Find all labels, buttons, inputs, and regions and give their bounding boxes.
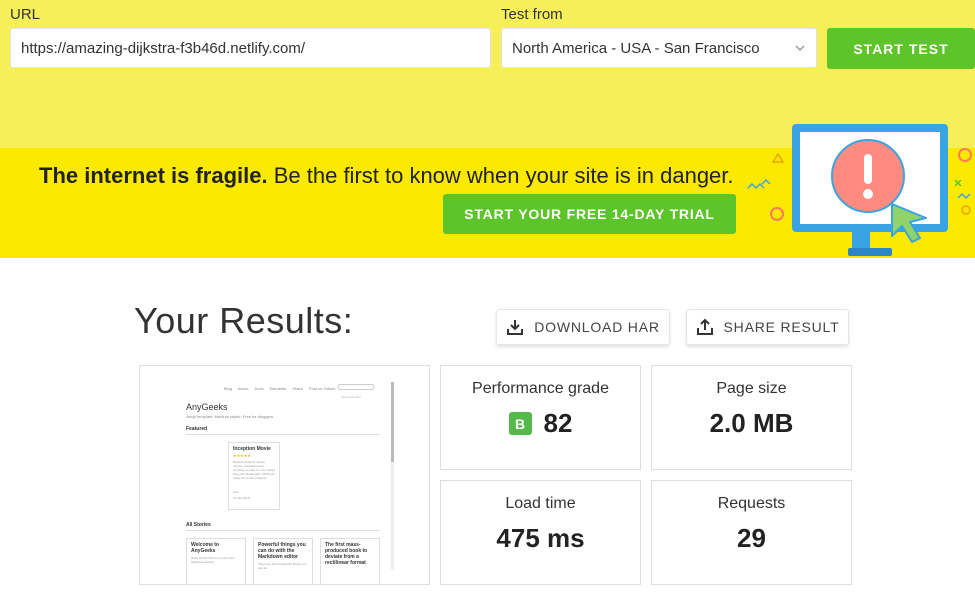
load-time-value: 475 ms	[496, 523, 585, 553]
test-from-value: North America - USA - San Francisco	[512, 39, 760, 57]
performance-grade-value-row: B 82	[441, 408, 640, 439]
results-title: Your Results:	[134, 300, 354, 341]
thumb-nav-item: Post on Github	[308, 386, 336, 391]
thumb-search-placeholder: Type and enter	[341, 395, 362, 399]
thumb-scrollbar-thumb	[391, 382, 394, 462]
thumb-story-card: The first mass-produced book to deviate …	[320, 538, 380, 584]
thumb-featured-excerpt: Review products, books, movies, restaura…	[233, 460, 275, 480]
performance-grade-card: Performance grade B 82	[440, 365, 641, 470]
thumb-featured-title: Inception Movie	[233, 446, 271, 452]
page-size-card: Page size 2.0 MB	[651, 365, 852, 470]
thumb-nav-item: Elements	[269, 386, 287, 391]
page-screenshot-thumbnail: Blog About Docs Elements Share Post on G…	[139, 365, 430, 585]
url-input[interactable]	[10, 28, 491, 68]
thumb-divider	[186, 434, 380, 435]
thumb-story-card: Powerful things you can do with the Mark…	[253, 538, 313, 584]
download-har-button[interactable]: DOWNLOAD HAR	[496, 309, 670, 345]
url-label: URL	[10, 6, 41, 23]
chevron-down-icon	[795, 45, 805, 52]
thumb-story-excerpt: There are lots of powerful things you ca…	[258, 562, 307, 570]
share-result-button[interactable]: SHARE RESULT	[686, 309, 849, 345]
requests-label: Requests	[717, 495, 786, 512]
thumb-story-card: Welcome to AnyGeeks Hello World! This is…	[186, 538, 246, 584]
thumb-site-title: AnyGeeks	[186, 402, 228, 412]
load-time-card: Load time 475 ms	[440, 480, 641, 585]
thumb-nav: Blog About Docs Elements Share Post on G…	[224, 386, 335, 391]
thumb-story-title: Welcome to AnyGeeks	[191, 542, 219, 554]
free-trial-button[interactable]: START YOUR FREE 14-DAY TRIAL	[443, 194, 736, 234]
share-icon	[696, 318, 713, 335]
thumb-all-stories-label: All Stories	[186, 522, 211, 528]
share-result-label: SHARE RESULT	[723, 319, 840, 335]
page-size-label: Page size	[716, 380, 787, 397]
start-test-button[interactable]: START TEST	[827, 28, 975, 69]
page-size-value: 2.0 MB	[709, 408, 794, 438]
thumb-scrollbar	[391, 382, 394, 570]
performance-score: 82	[543, 408, 573, 438]
requests-value: 29	[737, 523, 766, 553]
test-from-select[interactable]: North America - USA - San Francisco	[501, 28, 817, 68]
thumb-featured-post: Inception Movie ★★★★★ Review products, b…	[228, 442, 280, 510]
download-har-label: DOWNLOAD HAR	[534, 319, 660, 335]
banner-headline: The internet is fragile. Be the first to…	[39, 163, 734, 189]
requests-card: Requests 29	[651, 480, 852, 585]
thumb-story-title: The first mass-produced book to deviate …	[325, 542, 368, 566]
thumb-nav-item: Blog	[224, 386, 233, 391]
thumb-nav-item: About	[238, 386, 249, 391]
download-icon	[507, 320, 524, 335]
grade-badge: B	[508, 412, 532, 435]
thumb-search: Type and enter	[338, 384, 374, 399]
banner-headline-rest: Be the first to know when your site is i…	[267, 163, 734, 188]
thumb-featured-label: Featured	[186, 426, 208, 432]
load-time-label: Load time	[505, 495, 576, 512]
performance-grade-label: Performance grade	[472, 380, 609, 397]
thumb-divider	[186, 530, 380, 531]
thumb-featured-date: 12 Jan 2018	[233, 496, 250, 500]
banner-headline-bold: The internet is fragile.	[39, 163, 268, 188]
thumb-nav-item: Docs	[254, 386, 264, 391]
thumb-tagline: Jekyll template. Medium styled. Free for…	[186, 414, 275, 419]
test-from-label: Test from	[501, 6, 563, 23]
thumb-story-excerpt: Hello World! This is my first post. Welc…	[191, 556, 235, 564]
alert-monitor-illustration	[747, 124, 972, 256]
thumb-story-title: Powerful things you can do with the Mark…	[258, 542, 306, 560]
thumb-nav-item: Share	[292, 386, 303, 391]
